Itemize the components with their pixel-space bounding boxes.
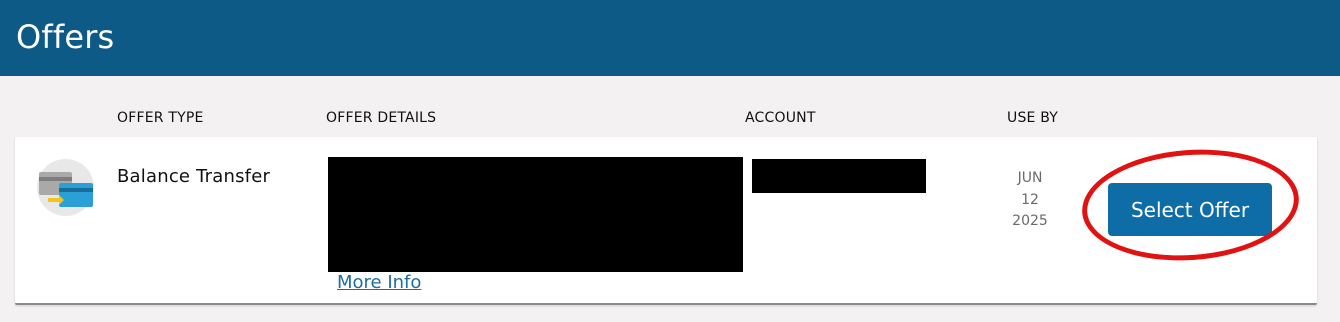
column-header-account: ACCOUNT [745, 110, 816, 126]
balance-transfer-cards-icon [37, 159, 94, 216]
page-header: Offers [0, 0, 1340, 76]
column-header-offer-details: OFFER DETAILS [326, 110, 437, 126]
use-by-date: JUN 12 2025 [1000, 168, 1060, 233]
use-by-month: JUN [1017, 170, 1043, 186]
redacted-offer-details [328, 157, 743, 272]
select-offer-button[interactable]: Select Offer [1108, 183, 1272, 236]
use-by-year: 2025 [1012, 213, 1048, 229]
more-info-link[interactable]: More Info [337, 272, 421, 293]
use-by-day: 12 [1021, 191, 1039, 208]
column-header-offer-type: OFFER TYPE [117, 110, 204, 126]
page-title: Offers [16, 18, 115, 56]
redacted-account [752, 159, 926, 193]
column-header-use-by: USE BY [1007, 110, 1059, 126]
offer-type-label: Balance Transfer [117, 166, 271, 187]
